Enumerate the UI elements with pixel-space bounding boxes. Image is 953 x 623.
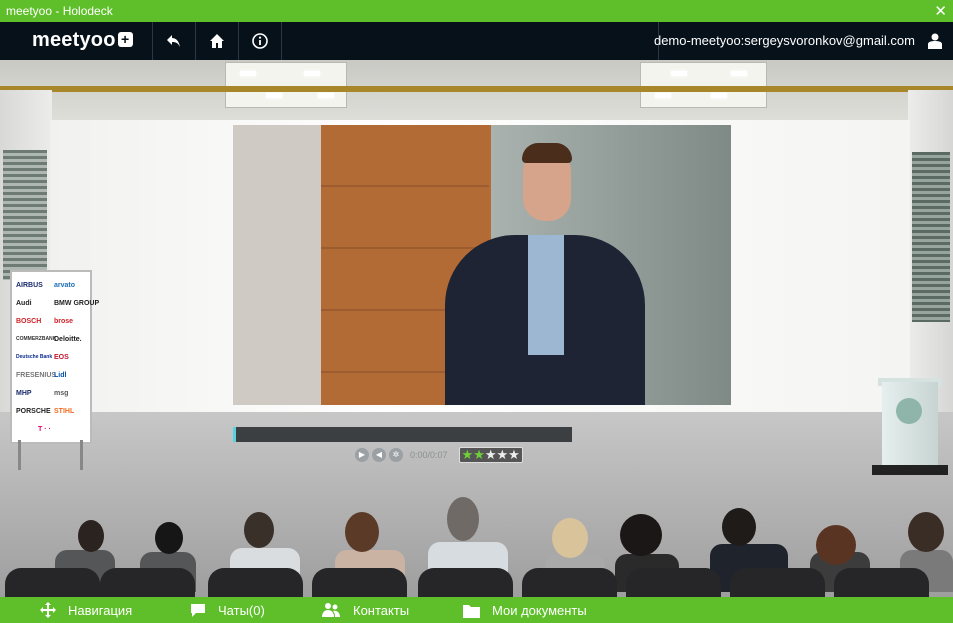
- sponsor-logo: arvato: [54, 282, 76, 289]
- sponsor-logo: AIRBUS: [16, 282, 43, 289]
- video-progress-bar[interactable]: [233, 427, 572, 442]
- home-icon: [210, 34, 224, 48]
- sponsor-logo: Deutsche Bank: [16, 354, 53, 360]
- bottom-toolbar: Навигация Чаты(0) Контакты Мои документы: [0, 597, 953, 623]
- video-time: 0:00/0:07: [410, 450, 448, 460]
- lectern-logo: [896, 398, 922, 424]
- back-button[interactable]: [153, 22, 195, 60]
- sponsor-logo: MHP: [16, 390, 32, 397]
- sponsor-logo: STIHL: [54, 408, 75, 415]
- settings-icon[interactable]: ✲: [389, 448, 403, 462]
- navigation-button[interactable]: Навигация: [40, 597, 132, 623]
- contacts-icon: [322, 603, 340, 617]
- meetyoo-logo[interactable]: meetyoo +: [32, 29, 133, 52]
- star-rating[interactable]: ★ ★ ★ ★ ★: [458, 447, 523, 463]
- info-icon: [252, 33, 268, 49]
- my-documents-button[interactable]: Мои документы: [463, 597, 587, 623]
- chats-button[interactable]: Чаты(0): [190, 597, 265, 623]
- star-icon[interactable]: ★: [462, 448, 474, 462]
- sponsor-logo-board[interactable]: AIRBUS arvato Audi BMW GROUP BOSCH brose COMME…: [10, 270, 99, 444]
- sponsor-logo: msg: [54, 390, 69, 397]
- star-icon[interactable]: ★: [508, 448, 520, 462]
- contacts-button[interactable]: Контакты: [321, 597, 409, 623]
- sponsor-logo: Lidl: [54, 372, 67, 379]
- user-menu-button[interactable]: [927, 32, 943, 55]
- video-controls: ▶ ◀ ✲ 0:00/0:07 ★ ★ ★ ★ ★: [355, 447, 523, 463]
- back-arrow-icon: [167, 35, 180, 47]
- navigation-label: Навигация: [68, 602, 133, 618]
- play-icon[interactable]: ▶: [355, 448, 369, 462]
- chat-bubble-icon: [191, 603, 205, 617]
- sponsor-logo: FRESENIUS: [16, 372, 57, 379]
- ceiling-light: [225, 62, 347, 108]
- sponsor-logo: Deloitte.: [54, 336, 82, 343]
- sponsor-logo: COMMERZBANK: [16, 336, 57, 342]
- user-icon: [928, 33, 942, 49]
- my-documents-label: Мои документы: [492, 602, 587, 618]
- sponsor-logo: PORSCHE: [16, 408, 51, 415]
- user-email[interactable]: demo-meetyoo:sergeysvoronkov@gmail.com: [654, 33, 915, 48]
- ceiling-beam: [0, 86, 953, 92]
- lectern[interactable]: [882, 382, 938, 472]
- sponsor-logo: EOS: [54, 354, 69, 361]
- star-icon[interactable]: ★: [485, 448, 497, 462]
- video-progress-fill: [233, 427, 236, 442]
- volume-icon[interactable]: ◀: [372, 448, 386, 462]
- window-title: meetyoo - Holodeck: [6, 4, 113, 18]
- sponsor-logo: T · ·: [38, 426, 51, 433]
- video-player-screen[interactable]: [233, 125, 731, 405]
- ceiling-light: [640, 62, 767, 108]
- info-button[interactable]: [239, 22, 281, 60]
- folder-icon: [463, 604, 480, 618]
- sponsor-logo: brose: [54, 318, 74, 325]
- virtual-conference-room[interactable]: ▶ ◀ ✲ 0:00/0:07 ★ ★ ★ ★ ★ AIRBUS arvato Audi BM…: [0, 60, 953, 597]
- window-blinds-left: [3, 150, 47, 280]
- star-icon[interactable]: ★: [497, 448, 509, 462]
- close-icon[interactable]: ✕: [934, 2, 947, 20]
- star-icon[interactable]: ★: [473, 448, 485, 462]
- contacts-label: Контакты: [353, 602, 410, 618]
- window-title-bar: meetyoo - Holodeck ✕: [0, 0, 953, 22]
- home-button[interactable]: [196, 22, 238, 60]
- chats-label: Чаты(0): [218, 602, 265, 618]
- top-navbar: meetyoo + demo-meetyoo:sergeysvoronkov@gm…: [0, 22, 953, 60]
- sponsor-logo: BMW GROUP: [54, 300, 100, 307]
- move-arrows-icon: [40, 602, 56, 618]
- sponsor-logo: Audi: [16, 300, 32, 307]
- window-blinds-right: [912, 152, 950, 322]
- sponsor-logo: BOSCH: [16, 318, 42, 325]
